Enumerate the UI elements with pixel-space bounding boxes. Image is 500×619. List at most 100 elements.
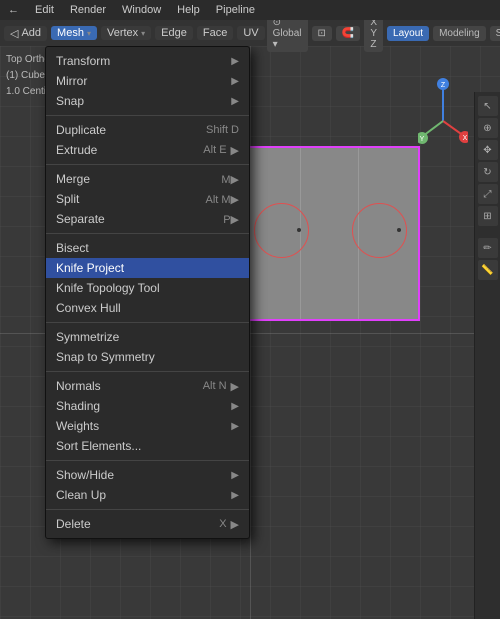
menu-item-knife-topology[interactable]: Knife Topology Tool bbox=[46, 278, 249, 298]
menu-item-separate[interactable]: Separate P▶ bbox=[46, 209, 249, 229]
menu-item-knife-project[interactable]: Knife Project bbox=[46, 258, 249, 278]
transform-label: Transform bbox=[56, 54, 110, 68]
vertex-dropdown[interactable]: Vertex ▾ bbox=[101, 26, 151, 40]
menu-item-convex-hull[interactable]: Convex Hull bbox=[46, 298, 249, 318]
toolbar-cursor-btn[interactable]: ⊕ bbox=[478, 118, 498, 138]
modeling-tab[interactable]: Modeling bbox=[433, 26, 486, 41]
face-label: Face bbox=[203, 27, 227, 39]
divider-1 bbox=[46, 115, 249, 116]
menu-edit[interactable]: Edit bbox=[27, 2, 62, 18]
divider-extrude bbox=[46, 164, 249, 165]
mirror-arrow: ▶ bbox=[231, 76, 239, 87]
global-label: Global bbox=[273, 28, 302, 39]
menu-item-merge[interactable]: Merge M▶ bbox=[46, 169, 249, 189]
knife-project-label: Knife Project bbox=[56, 261, 124, 275]
menu-item-bisect[interactable]: Bisect bbox=[46, 238, 249, 258]
os-menubar[interactable]: ← Edit Render Window Help Pipeline bbox=[0, 0, 500, 20]
toolbar-measure-btn[interactable]: 📏 bbox=[478, 260, 498, 280]
show-hide-label: Show/Hide bbox=[56, 468, 114, 482]
mesh-dot-1 bbox=[297, 228, 301, 232]
axis-vertical bbox=[250, 46, 251, 619]
duplicate-shortcut: Shift D bbox=[206, 124, 239, 136]
symmetrize-label: Symmetrize bbox=[56, 330, 119, 344]
menu-item-weights[interactable]: Weights ▶ bbox=[46, 416, 249, 436]
mesh-dropdown-menu: Transform ▶ Mirror ▶ Snap ▶ Duplicate Sh… bbox=[45, 46, 250, 539]
menu-item-symmetrize[interactable]: Symmetrize bbox=[46, 327, 249, 347]
menu-item-snap[interactable]: Snap ▶ bbox=[46, 91, 249, 111]
knife-topology-label: Knife Topology Tool bbox=[56, 281, 160, 295]
menu-item-transform[interactable]: Transform ▶ bbox=[46, 51, 249, 71]
toolbar-scale-btn[interactable]: ⤢ bbox=[478, 184, 498, 204]
mesh-face bbox=[240, 146, 420, 321]
extrude-label: Extrude bbox=[56, 143, 97, 157]
divider-6 bbox=[46, 509, 249, 510]
proportional-btn[interactable]: ⊡ bbox=[312, 26, 332, 41]
weights-arrow: ▶ bbox=[231, 421, 239, 432]
menu-item-clean-up[interactable]: Clean Up ▶ bbox=[46, 485, 249, 505]
toolbar-annotate-btn[interactable]: ✏ bbox=[478, 238, 498, 258]
menu-item-duplicate[interactable]: Duplicate Shift D bbox=[46, 120, 249, 140]
mesh-caret: ▾ bbox=[87, 29, 91, 38]
menu-item-delete[interactable]: Delete X ▶ bbox=[46, 514, 249, 534]
uv-label: UV bbox=[243, 27, 258, 39]
xyz-btn[interactable]: X Y Z bbox=[364, 15, 383, 52]
toolbar-transform-btn[interactable]: ⊞ bbox=[478, 206, 498, 226]
shading-label: Shading bbox=[56, 399, 100, 413]
mesh-dot-2 bbox=[397, 228, 401, 232]
duplicate-label: Duplicate bbox=[56, 123, 106, 137]
global-caret: ▾ bbox=[273, 39, 278, 50]
snap-label: Snap bbox=[56, 94, 84, 108]
snap-toggle[interactable]: 🧲 bbox=[336, 26, 360, 41]
toolbar-select-btn[interactable]: ↖ bbox=[478, 96, 498, 116]
divider-4 bbox=[46, 371, 249, 372]
menu-item-split[interactable]: Split Alt M▶ bbox=[46, 189, 249, 209]
edge-dropdown[interactable]: Edge bbox=[155, 26, 193, 40]
add-label: Add bbox=[21, 27, 41, 39]
menu-item-show-hide[interactable]: Show/Hide ▶ bbox=[46, 465, 249, 485]
extrude-shortcut: Alt E ▶ bbox=[203, 144, 239, 157]
mode-row: ◁ Add Mesh ▾ Vertex ▾ Edge Face UV bbox=[4, 26, 265, 41]
menu-back[interactable]: ← bbox=[0, 2, 27, 18]
clean-up-arrow: ▶ bbox=[231, 490, 239, 501]
svg-text:Z: Z bbox=[441, 82, 446, 89]
menu-window[interactable]: Window bbox=[114, 2, 169, 18]
merge-label: Merge bbox=[56, 172, 90, 186]
axis-widget[interactable]: Z X Y bbox=[418, 76, 468, 146]
menu-item-shading[interactable]: Shading ▶ bbox=[46, 396, 249, 416]
normals-label: Normals bbox=[56, 379, 101, 393]
sculpting-tab[interactable]: Sculpting bbox=[490, 26, 500, 41]
edge-label: Edge bbox=[161, 27, 187, 39]
split-label: Split bbox=[56, 192, 79, 206]
divider-5 bbox=[46, 460, 249, 461]
menu-render[interactable]: Render bbox=[62, 2, 114, 18]
menu-item-mirror[interactable]: Mirror ▶ bbox=[46, 71, 249, 91]
menu-item-normals[interactable]: Normals Alt N ▶ bbox=[46, 376, 249, 396]
global-btn[interactable]: ⊙ Global ▾ bbox=[267, 15, 308, 52]
bisect-label: Bisect bbox=[56, 241, 89, 255]
menu-item-snap-symmetry[interactable]: Snap to Symmetry bbox=[46, 347, 249, 367]
layout-tab[interactable]: Layout bbox=[387, 26, 429, 41]
back-icon: ◁ bbox=[10, 27, 18, 40]
clean-up-label: Clean Up bbox=[56, 488, 106, 502]
convex-hull-label: Convex Hull bbox=[56, 301, 121, 315]
vertex-caret: ▾ bbox=[141, 29, 145, 38]
menu-pipeline[interactable]: Pipeline bbox=[208, 2, 263, 18]
toolbar-rotate-btn[interactable]: ↻ bbox=[478, 162, 498, 182]
face-dropdown[interactable]: Face bbox=[197, 26, 233, 40]
split-shortcut: Alt M▶ bbox=[205, 193, 239, 206]
right-toolbar: ↖ ⊕ ✥ ↻ ⤢ ⊞ ✏ 📏 bbox=[474, 92, 500, 619]
workspace-header: ◁ Add Mesh ▾ Vertex ▾ Edge Face UV ⊙ Glo… bbox=[0, 20, 500, 46]
menu-help[interactable]: Help bbox=[169, 2, 208, 18]
menu-item-extrude[interactable]: Extrude Alt E ▶ bbox=[46, 140, 249, 160]
separate-shortcut: P▶ bbox=[223, 213, 239, 226]
uv-dropdown[interactable]: UV bbox=[237, 26, 264, 40]
mode-dropdown-back[interactable]: ◁ Add bbox=[4, 26, 47, 41]
delete-shortcut: X ▶ bbox=[219, 518, 239, 531]
menu-item-sort-elements[interactable]: Sort Elements... bbox=[46, 436, 249, 456]
divider-2 bbox=[46, 233, 249, 234]
mesh-menu-button[interactable]: Mesh ▾ bbox=[51, 26, 97, 40]
toolbar-move-btn[interactable]: ✥ bbox=[478, 140, 498, 160]
show-hide-arrow: ▶ bbox=[231, 470, 239, 481]
weights-label: Weights bbox=[56, 419, 99, 433]
shading-arrow: ▶ bbox=[231, 401, 239, 412]
